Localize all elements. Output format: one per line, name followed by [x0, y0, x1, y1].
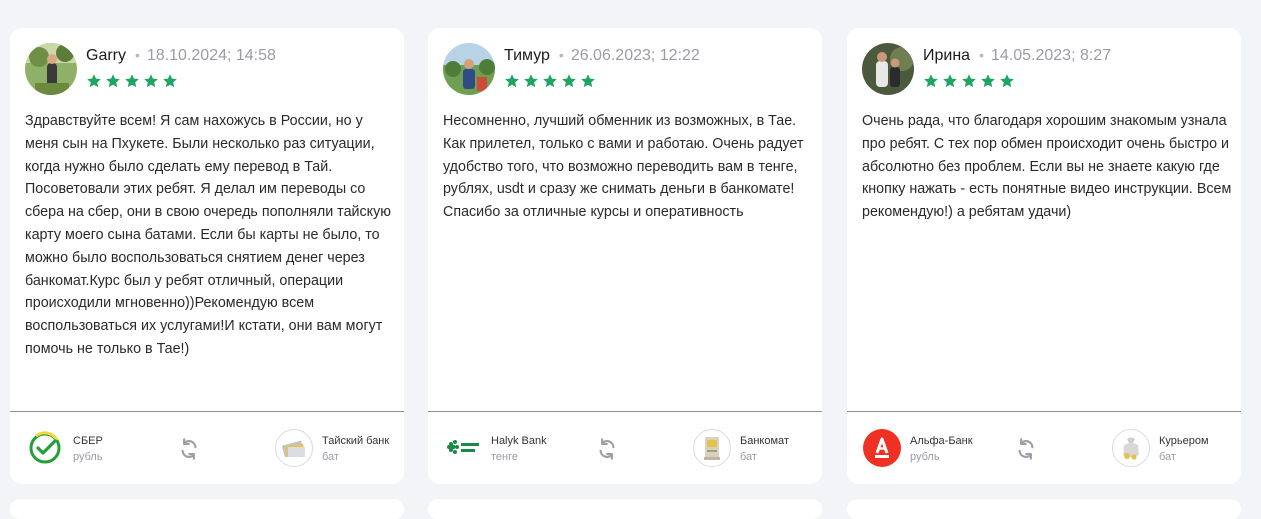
- separator-dot: •: [135, 47, 140, 63]
- separator-dot: •: [558, 47, 564, 63]
- from-bank-name: Альфа-Банк: [910, 435, 973, 447]
- halyk-bank-icon: [444, 429, 482, 467]
- to-currency: бат: [1159, 451, 1176, 463]
- separator-dot: •: [979, 47, 984, 63]
- star-icon: [105, 73, 121, 89]
- star-icon: [999, 73, 1015, 89]
- to-bank-name: Тайский банк: [322, 435, 390, 447]
- exchange-arrows-icon: [1015, 438, 1037, 460]
- next-review-card: [428, 499, 822, 519]
- from-currency: рубль: [73, 451, 103, 463]
- review-header: Ирина • 14.05.2023; 8:27: [862, 43, 1226, 95]
- next-review-card: [10, 499, 404, 519]
- star-icon: [961, 73, 977, 89]
- alfa-bank-icon: [863, 429, 901, 467]
- star-icon: [561, 73, 577, 89]
- star-icon: [580, 73, 596, 89]
- review-text: Несомненно, лучший обменник из возможных…: [443, 113, 804, 221]
- review-date: 18.10.2024; 14:58: [146, 47, 276, 64]
- thai-bank-icon: [275, 429, 313, 467]
- star-icon: [923, 73, 939, 89]
- star-icon: [542, 73, 558, 89]
- to-bank-name: Курьером: [1159, 435, 1209, 447]
- sber-icon: [26, 429, 64, 467]
- review-text: Здравствуйте всем! Я сам нахожусь в Росс…: [25, 113, 391, 357]
- atm-icon: [693, 429, 731, 467]
- to-bank-name: Банкомат: [740, 435, 789, 447]
- from-currency: тенге: [491, 451, 518, 463]
- from-bank-name: СБЕР: [73, 435, 103, 447]
- avatar: [25, 43, 77, 95]
- star-icon: [504, 73, 520, 89]
- review-card: Тимур • 26.06.2023; 12:22 Несомненно, лучш…: [428, 28, 822, 484]
- to-currency: бат: [322, 451, 339, 463]
- from-currency: рубль: [910, 451, 940, 463]
- avatar: [443, 43, 495, 95]
- exchange-arrows-icon: [178, 438, 200, 460]
- courier-icon: [1112, 429, 1150, 467]
- rating-stars: [923, 73, 1015, 89]
- star-icon: [523, 73, 539, 89]
- rating-stars: [86, 73, 178, 89]
- rating-stars: [504, 73, 596, 89]
- exchange-direction: СБЕР рубль Тайский банк бат: [10, 412, 404, 484]
- star-icon: [942, 73, 958, 89]
- review-header: Тимур • 26.06.2023; 12:22: [443, 43, 807, 95]
- star-icon: [143, 73, 159, 89]
- reviewer-name: Тимур: [504, 47, 550, 64]
- review-card: Garry • 18.10.2024; 14:58 Здравствуйте все…: [10, 28, 404, 484]
- exchange-direction: Альфа-Банк рубль Курьером бат: [847, 412, 1241, 484]
- to-currency: бат: [740, 451, 757, 463]
- star-icon: [980, 73, 996, 89]
- review-card: Ирина • 14.05.2023; 8:27 Очень рада, что б…: [847, 28, 1241, 484]
- reviewer-name: Ирина: [923, 47, 971, 64]
- review-text: Очень рада, что благодаря хорошим знаком…: [862, 113, 1232, 221]
- exchange-arrows-icon: [596, 438, 618, 460]
- exchange-direction: Halyk Bank тенге Банкомат бат: [428, 412, 822, 484]
- review-date: 26.06.2023; 12:22: [570, 47, 700, 64]
- star-icon: [162, 73, 178, 89]
- star-icon: [124, 73, 140, 89]
- reviewer-name: Garry: [86, 47, 126, 64]
- from-bank-name: Halyk Bank: [491, 435, 547, 447]
- star-icon: [86, 73, 102, 89]
- review-date: 14.05.2023; 8:27: [990, 47, 1112, 64]
- avatar: [862, 43, 914, 95]
- next-review-card: [847, 499, 1241, 519]
- review-header: Garry • 18.10.2024; 14:58: [25, 43, 389, 95]
